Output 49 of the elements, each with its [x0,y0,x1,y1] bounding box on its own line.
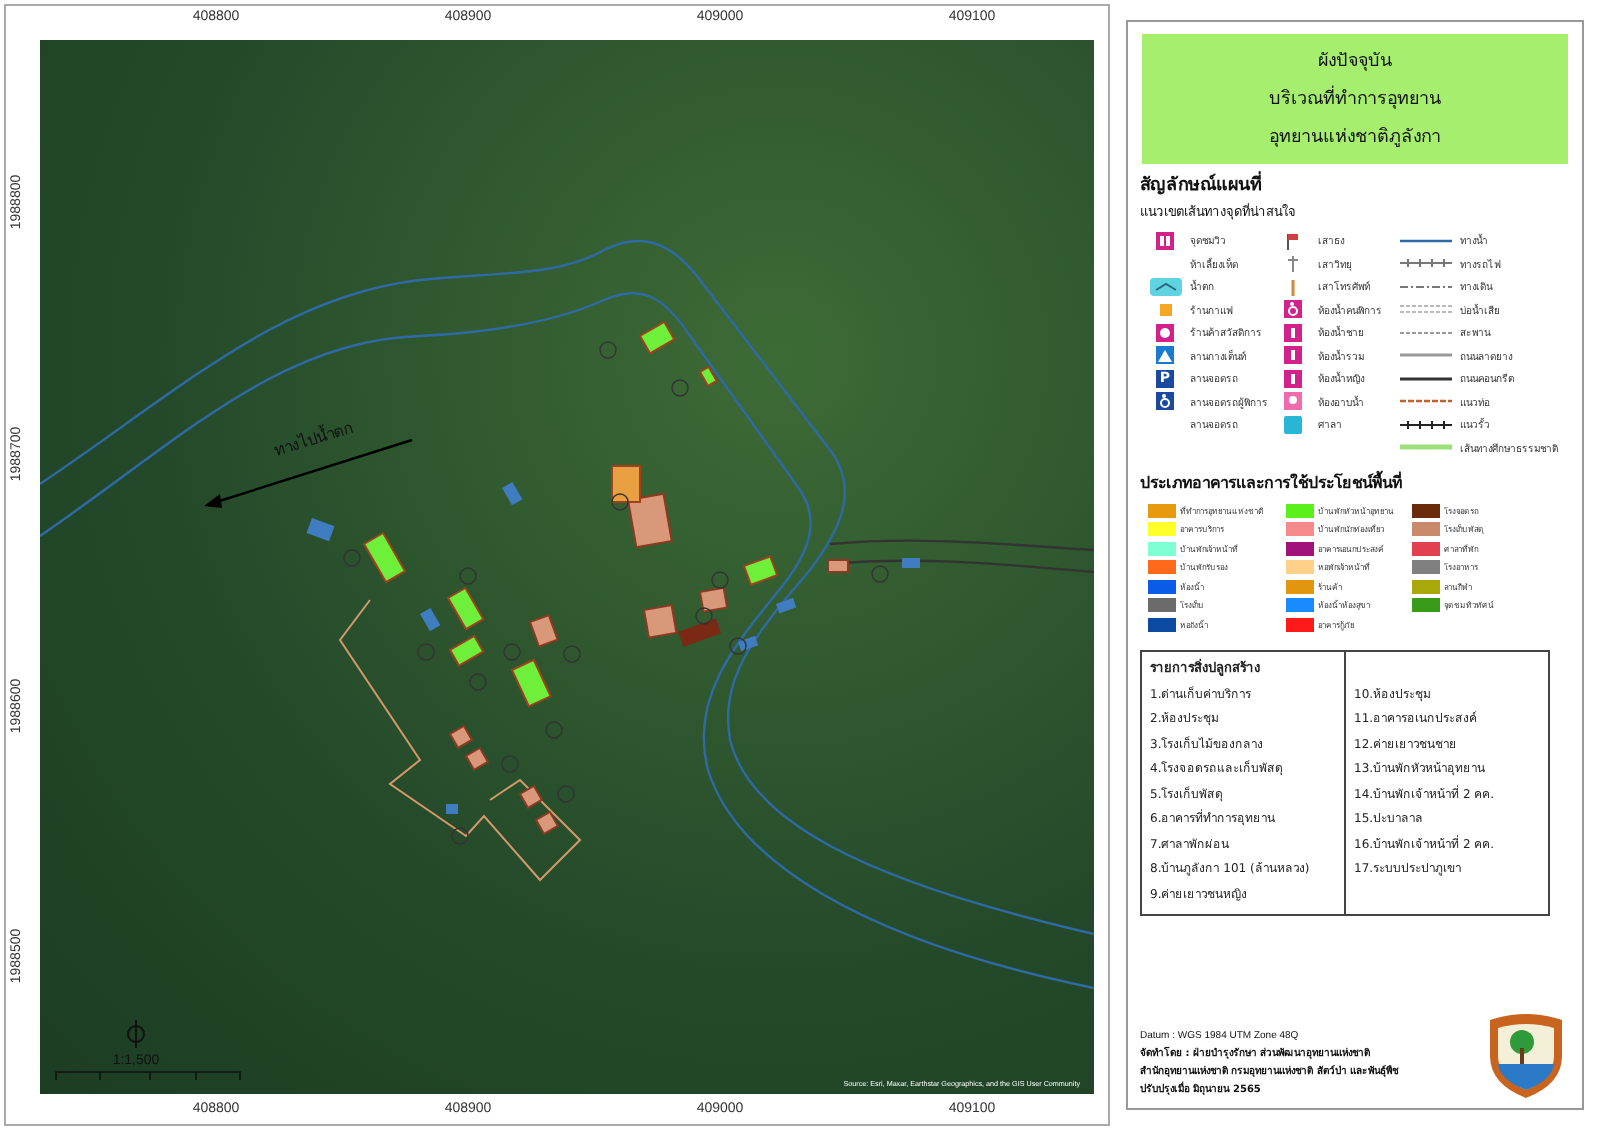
railway-line-icon [1400,254,1452,272]
point-marker [545,721,563,739]
point-marker [501,755,519,773]
tent-icon [1156,346,1174,364]
building-footprint [642,604,678,639]
building-footprint [502,482,523,506]
building-footprint [698,365,719,388]
building-footprint [698,586,729,613]
emblem-drawing [1486,1012,1566,1100]
building-footprint [827,559,849,573]
waterfall-icon [1149,277,1181,295]
point-marker [469,673,487,691]
double-line-icon [1400,300,1452,318]
legend-title: สัญลักษณ์แผนที่ [1140,170,1570,198]
point-marker [711,571,729,589]
map-title: บริเวณที่ทำการอุทยาน [1142,82,1568,120]
point-marker [557,785,575,803]
point-marker [417,643,435,661]
land-use-title: ประเภทอาคารและการใช้ประโยชน์พื้นที่ [1140,469,1404,495]
point-marker [729,637,747,655]
point-marker [611,493,629,511]
point-marker [599,341,617,359]
point-marker [871,565,889,583]
building-footprint [776,597,797,614]
point-marker [451,827,469,845]
point-marker [503,643,521,661]
building-footprint [306,518,335,542]
building-footprint [518,784,544,810]
point-marker [459,567,477,585]
building-footprint [738,635,759,652]
flag-icon [1284,231,1302,249]
point-marker [671,379,689,397]
cafe-icon [1156,300,1174,318]
fence-line-icon [1400,415,1452,433]
map-title: ผังปัจจุบัน [1316,50,1394,76]
point-marker [695,607,713,625]
antenna-icon [1284,254,1302,272]
building-footprint [528,613,559,648]
building-footprint [464,746,490,772]
point-marker [563,645,581,663]
map-title: อุทยานแห่งชาติภูลังกา [1267,125,1443,152]
building-footprint [448,724,474,750]
building-footprint [534,810,560,836]
building-footprint [420,608,441,632]
point-marker [343,549,361,567]
building-footprint [902,558,920,568]
building-footprint [446,804,458,814]
building-footprint [742,555,779,587]
building-footprint [678,618,722,648]
